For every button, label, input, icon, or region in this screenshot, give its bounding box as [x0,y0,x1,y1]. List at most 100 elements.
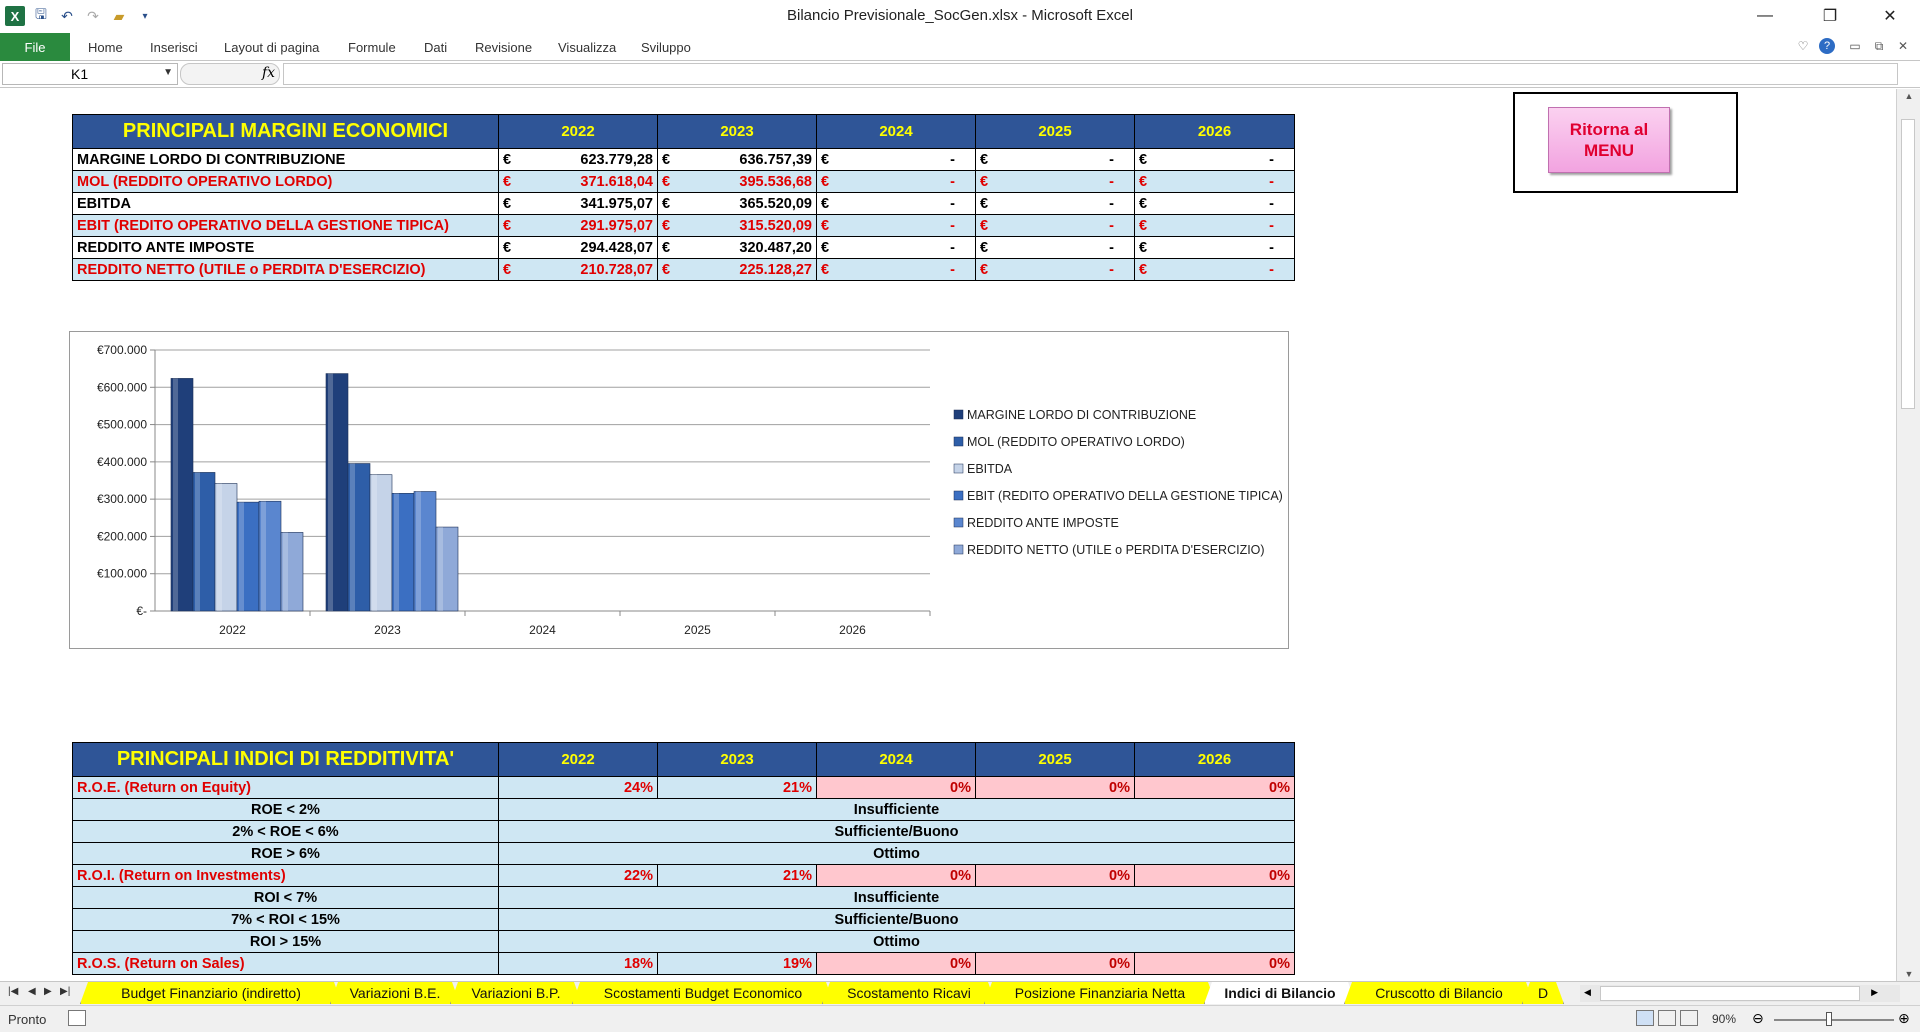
band-judgement[interactable]: Insufficiente [498,886,1295,909]
pct-cell[interactable]: 0% [816,864,976,887]
money-cell[interactable]: € - [1134,170,1295,193]
index-label[interactable]: R.O.S. (Return on Sales) [72,952,499,975]
pct-cell[interactable]: 0% [975,952,1135,975]
workbook-minimize-icon[interactable]: ▭ [1846,37,1864,55]
money-cell[interactable]: €291.975,07 [498,214,658,237]
sheet-tab[interactable]: Variazioni B.P. [450,982,582,1004]
scroll-up-icon[interactable]: ▲ [1897,91,1920,101]
zoom-level[interactable]: 90% [1712,1012,1736,1026]
money-cell[interactable]: € - [1134,258,1295,281]
pct-cell[interactable]: 22% [498,864,658,887]
band-range[interactable]: ROI > 15% [72,930,499,953]
money-cell[interactable]: € - [1134,148,1295,171]
tab-revisione[interactable]: Revisione [475,40,532,55]
money-cell[interactable]: € - [975,170,1135,193]
horizontal-scrollbar[interactable]: ◀ ▶ [1580,985,1900,1002]
first-sheet-icon[interactable]: |◀ [8,986,18,997]
sheet-tab[interactable]: Posizione Finanziaria Netta [984,982,1216,1004]
money-cell[interactable]: €636.757,39 [657,148,817,171]
tab-dati[interactable]: Dati [424,40,447,55]
money-cell[interactable]: €395.536,68 [657,170,817,193]
band-judgement[interactable]: Ottimo [498,930,1295,953]
scroll-right-icon[interactable]: ▶ [1871,987,1878,998]
tab-visualizza[interactable]: Visualizza [558,40,616,55]
pct-cell[interactable]: 0% [1134,776,1295,799]
chevron-down-icon[interactable]: ▼ [163,67,173,78]
last-sheet-icon[interactable]: ▶| [60,986,70,997]
money-cell[interactable]: € - [975,214,1135,237]
money-cell[interactable]: €623.779,28 [498,148,658,171]
sheet-tab[interactable]: Scostamento Ricavi [822,982,996,1004]
insert-function-icon[interactable]: fx [262,65,275,81]
help-icon[interactable]: ? [1819,38,1835,54]
formula-input[interactable] [283,63,1898,85]
row-label[interactable]: MARGINE LORDO DI CONTRIBUZIONE [72,148,499,171]
money-cell[interactable]: € - [1134,192,1295,215]
money-cell[interactable]: € - [816,236,976,259]
band-judgement[interactable]: Insufficiente [498,798,1295,821]
row-label[interactable]: MOL (REDDITO OPERATIVO LORDO) [72,170,499,193]
money-cell[interactable]: €320.487,20 [657,236,817,259]
band-judgement[interactable]: Sufficiente/Buono [498,820,1295,843]
band-range[interactable]: ROE > 6% [72,842,499,865]
pct-cell[interactable]: 0% [816,952,976,975]
pct-cell[interactable]: 0% [975,776,1135,799]
money-cell[interactable]: € - [1134,214,1295,237]
money-cell[interactable]: €365.520,09 [657,192,817,215]
money-cell[interactable]: € - [975,148,1135,171]
money-cell[interactable]: € - [975,192,1135,215]
sheet-tab[interactable]: Cruscotto di Bilancio [1344,982,1534,1004]
row-label[interactable]: REDDITO ANTE IMPOSTE [72,236,499,259]
index-label[interactable]: R.O.E. (Return on Equity) [72,776,499,799]
pct-cell[interactable]: 21% [657,864,817,887]
band-range[interactable]: ROI < 7% [72,886,499,909]
money-cell[interactable]: € - [816,214,976,237]
band-range[interactable]: 2% < ROE < 6% [72,820,499,843]
money-cell[interactable]: €225.128,27 [657,258,817,281]
page-layout-view-icon[interactable] [1658,1010,1676,1026]
sheet-tab-active[interactable]: Indici di Bilancio [1204,982,1356,1004]
money-cell[interactable]: € - [816,170,976,193]
tab-sviluppo[interactable]: Sviluppo [641,40,691,55]
tab-inserisci[interactable]: Inserisci [150,40,198,55]
next-sheet-icon[interactable]: ▶ [44,986,52,997]
zoom-out-icon[interactable]: ⊖ [1752,1010,1764,1027]
scroll-down-icon[interactable]: ▼ [1897,969,1920,979]
scroll-left-icon[interactable]: ◀ [1584,987,1591,998]
sheet-tab[interactable]: Budget Finanziario (indiretto) [80,982,342,1004]
close-button[interactable]: ✕ [1865,0,1915,31]
restore-button[interactable]: ❐ [1805,0,1855,31]
tab-layout-di-pagina[interactable]: Layout di pagina [224,40,319,55]
zoom-in-icon[interactable]: ⊕ [1898,1010,1910,1027]
tab-home[interactable]: Home [88,40,123,55]
pct-cell[interactable]: 21% [657,776,817,799]
tab-formule[interactable]: Formule [348,40,396,55]
band-judgement[interactable]: Ottimo [498,842,1295,865]
money-cell[interactable]: € - [975,236,1135,259]
macro-record-icon[interactable] [68,1010,86,1026]
index-label[interactable]: R.O.I. (Return on Investments) [72,864,499,887]
pct-cell[interactable]: 19% [657,952,817,975]
money-cell[interactable]: € - [816,192,976,215]
money-cell[interactable]: € - [816,148,976,171]
pct-cell[interactable]: 24% [498,776,658,799]
return-to-menu-button[interactable]: Ritorna al MENU [1548,107,1670,173]
sheet-tab[interactable]: D [1522,982,1564,1004]
money-cell[interactable]: € - [816,258,976,281]
sheet-tab[interactable]: Scostamenti Budget Economico [572,982,834,1004]
money-cell[interactable]: € - [1134,236,1295,259]
hscroll-thumb[interactable] [1600,986,1860,1001]
sheet-tab[interactable]: Variazioni B.E. [330,982,460,1004]
row-label[interactable]: REDDITO NETTO (UTILE o PERDITA D'ESERCIZ… [72,258,499,281]
money-cell[interactable]: €371.618,04 [498,170,658,193]
workbook-restore-icon[interactable]: ⧉ [1870,37,1888,55]
band-range[interactable]: 7% < ROI < 15% [72,908,499,931]
pct-cell[interactable]: 18% [498,952,658,975]
name-box[interactable]: K1 ▼ [2,63,178,85]
zoom-slider[interactable] [1774,1019,1894,1021]
row-label[interactable]: EBITDA [72,192,499,215]
workbook-close-icon[interactable]: ✕ [1894,37,1912,55]
pct-cell[interactable]: 0% [975,864,1135,887]
band-range[interactable]: ROE < 2% [72,798,499,821]
margini-chart[interactable]: €- €100.000 €200.000 €300.000 €400.000 €500.0… [69,331,1289,649]
